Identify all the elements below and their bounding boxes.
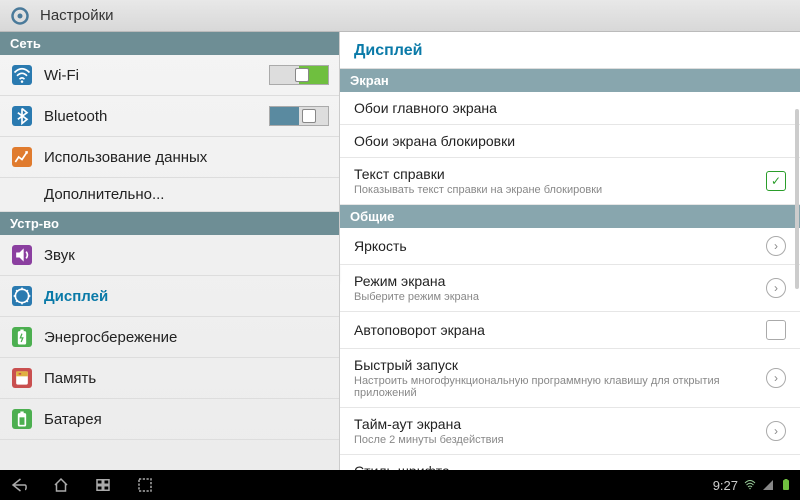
bluetooth-icon: [10, 104, 34, 128]
battery-icon: [10, 407, 34, 431]
toggle-switch[interactable]: [269, 106, 329, 126]
sidebar-item-power[interactable]: Энергосбережение: [0, 317, 339, 358]
storage-icon: [10, 366, 34, 390]
settings-sidebar: Сеть Wi-Fi Bluetooth Использование данных До…: [0, 32, 340, 470]
page-title: Настройки: [40, 7, 114, 24]
sidebar-item-label: Звук: [44, 247, 75, 264]
detail-item[interactable]: Тайм-аут экрана После 2 минуты бездействи…: [340, 408, 800, 455]
detail-item[interactable]: Текст справки Показывать текст справки на…: [340, 158, 800, 205]
display-icon: [10, 284, 34, 308]
sidebar-item-battery[interactable]: Батарея: [0, 399, 339, 440]
detail-item-title: Тайм-аут экрана: [354, 416, 756, 432]
detail-section-header: Экран: [340, 69, 800, 92]
detail-item-subtitle: Показывать текст справки на экране блоки…: [354, 184, 756, 196]
signal-status-icon: [762, 479, 774, 491]
detail-item[interactable]: Быстрый запуск Настроить многофункциональ…: [340, 349, 800, 408]
detail-item-title: Яркость: [354, 238, 756, 254]
detail-item-subtitle: Выберите режим экрана: [354, 291, 756, 303]
sidebar-item-label: Bluetooth: [44, 108, 107, 125]
chevron-right-icon: ›: [766, 236, 786, 256]
checkbox[interactable]: ✓: [766, 171, 786, 191]
back-button[interactable]: [8, 474, 30, 496]
home-button[interactable]: [50, 474, 72, 496]
detail-item-subtitle: После 2 минуты бездействия: [354, 434, 756, 446]
detail-item[interactable]: Режим экрана Выберите режим экрана ›: [340, 265, 800, 312]
detail-item-title: Автоповорот экрана: [354, 322, 756, 338]
sidebar-item-label: Энергосбережение: [44, 329, 177, 346]
sidebar-item-label: Дисплей: [44, 288, 108, 305]
sidebar-item-bluetooth[interactable]: Bluetooth: [0, 96, 339, 137]
detail-title: Дисплей: [340, 32, 800, 69]
sidebar-item-display[interactable]: Дисплей: [0, 276, 339, 317]
detail-item-title: Обои главного экрана: [354, 100, 786, 116]
sidebar-item-wifi[interactable]: Wi-Fi: [0, 55, 339, 96]
recent-button[interactable]: [92, 474, 114, 496]
data-icon: [10, 145, 34, 169]
sidebar-item-sound[interactable]: Звук: [0, 235, 339, 276]
sidebar-item-label: Wi-Fi: [44, 67, 79, 84]
scrollbar[interactable]: [795, 109, 799, 289]
clock: 9:27: [713, 478, 738, 493]
wifi-icon: [10, 63, 34, 87]
detail-item-title: Стиль шрифта: [354, 463, 786, 470]
sidebar-section-header: Сеть: [0, 32, 339, 55]
chevron-right-icon: ›: [766, 278, 786, 298]
detail-item-title: Обои экрана блокировки: [354, 133, 786, 149]
sidebar-item-label: Дополнительно...: [44, 186, 164, 203]
toggle-switch[interactable]: [269, 65, 329, 85]
detail-item[interactable]: Обои главного экрана: [340, 92, 800, 125]
sidebar-item-label: Батарея: [44, 411, 102, 428]
sidebar-item-label: Использование данных: [44, 149, 207, 166]
detail-item[interactable]: Автоповорот экрана: [340, 312, 800, 349]
detail-section-header: Общие: [340, 205, 800, 228]
sound-icon: [10, 243, 34, 267]
wifi-status-icon: [744, 479, 756, 491]
detail-item-title: Текст справки: [354, 166, 756, 182]
titlebar: Настройки: [0, 0, 800, 32]
checkbox[interactable]: [766, 320, 786, 340]
detail-item-title: Быстрый запуск: [354, 357, 756, 373]
sidebar-item-label: Память: [44, 370, 96, 387]
settings-icon: [8, 4, 32, 28]
system-navbar: 9:27: [0, 470, 800, 500]
detail-item[interactable]: Яркость ›: [340, 228, 800, 265]
battery-status-icon: [780, 479, 792, 491]
sidebar-item-data[interactable]: Использование данных: [0, 137, 339, 178]
detail-item[interactable]: Стиль шрифта: [340, 455, 800, 470]
sidebar-section-header: Устр-во: [0, 212, 339, 235]
chevron-right-icon: ›: [766, 368, 786, 388]
chevron-right-icon: ›: [766, 421, 786, 441]
power-icon: [10, 325, 34, 349]
detail-panel: Дисплей Экран Обои главного экрана Обои эк…: [340, 32, 800, 470]
detail-item[interactable]: Обои экрана блокировки: [340, 125, 800, 158]
screenshot-button[interactable]: [134, 474, 156, 496]
detail-item-title: Режим экрана: [354, 273, 756, 289]
sidebar-item-storage[interactable]: Память: [0, 358, 339, 399]
sidebar-item-more[interactable]: Дополнительно...: [0, 178, 339, 212]
detail-item-subtitle: Настроить многофункциональную программну…: [354, 375, 756, 399]
